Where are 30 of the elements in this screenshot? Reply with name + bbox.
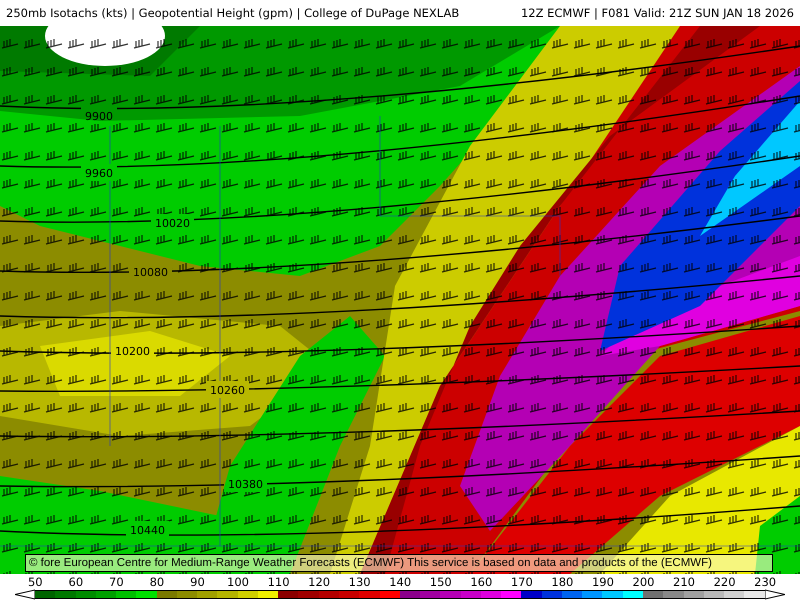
legend-label: 110 [266, 575, 291, 589]
legend-label: 100 [226, 575, 250, 589]
legend-label: 120 [307, 575, 332, 589]
contour-label: 10200 [115, 345, 150, 358]
legend-label: 50 [26, 575, 44, 589]
legend-label: 90 [189, 575, 206, 589]
model-run-info: 12Z ECMWF | F081 Valid: 21Z SUN JAN 18 2026 [520, 6, 794, 20]
contour-label: 10080 [133, 266, 168, 279]
contour-label: 10260 [210, 384, 245, 397]
contour-label: 10440 [130, 524, 165, 537]
legend-label: 220 [712, 575, 737, 589]
legend-label: 140 [388, 575, 412, 589]
contour-label: 10020 [155, 217, 190, 230]
contour-label: 9960 [85, 167, 113, 180]
legend-label: 130 [348, 575, 372, 589]
contour-label: 10380 [228, 478, 263, 491]
map-title: 250mb Isotachs (kts) | Geopotential Height (gpm) | College of DuPage NEXLAB [6, 6, 460, 20]
legend-label: 150 [428, 575, 453, 589]
legend-label: 190 [590, 575, 615, 589]
legend-label: 230 [753, 575, 778, 589]
legend-label: 180 [550, 575, 574, 589]
legend-label: 170 [510, 575, 534, 589]
legend-label: 60 [68, 575, 84, 589]
legend-label: 70 [108, 575, 125, 589]
legend-label: 80 [148, 575, 166, 589]
legend-label: 160 [469, 575, 494, 589]
contour-label: 9900 [85, 110, 113, 123]
legend-label: 200 [632, 575, 656, 589]
legend-label: 210 [672, 575, 696, 589]
attribution-text: © fore European Centre for Medium-Range Weather Forecasts (ECMWF) This service is based on data and products of the (ECMWF) [25, 554, 773, 572]
